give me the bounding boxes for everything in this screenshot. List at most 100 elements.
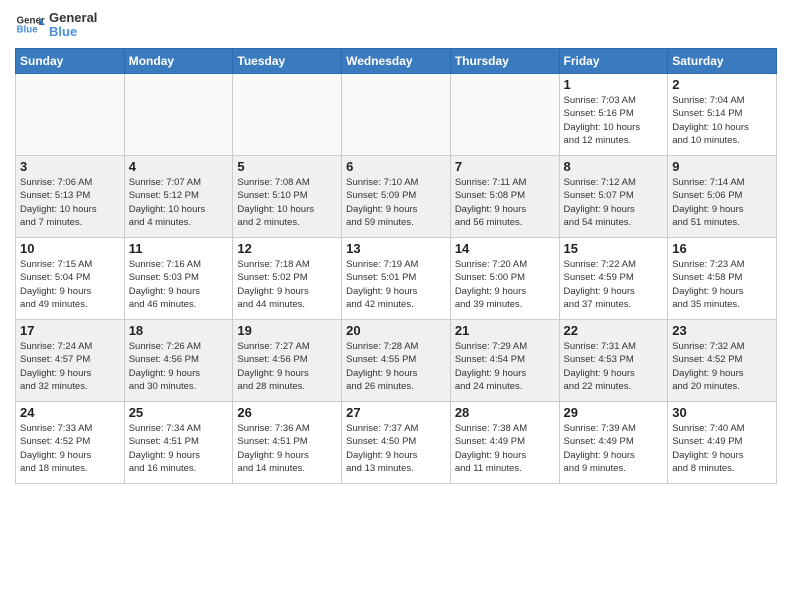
calendar-cell: 19 Sunrise: 7:27 AM Sunset: 4:56 PM Dayli…: [233, 320, 342, 402]
day-info: Sunrise: 7:15 AM Sunset: 5:04 PM Dayligh…: [20, 258, 120, 311]
day-info: Sunrise: 7:28 AM Sunset: 4:55 PM Dayligh…: [346, 340, 446, 393]
day-info: Sunrise: 7:24 AM Sunset: 4:57 PM Dayligh…: [20, 340, 120, 393]
day-number: 2: [672, 77, 772, 92]
calendar-cell: 23Sunrise: 7:32 AM Sunset: 4:52 PM Dayli…: [668, 320, 777, 402]
day-info: Sunrise: 7:11 AM Sunset: 5:08 PM Dayligh…: [455, 176, 555, 229]
day-info: Sunrise: 7:03 AM Sunset: 5:16 PM Dayligh…: [564, 94, 664, 147]
calendar-cell: 21Sunrise: 7:29 AM Sunset: 4:54 PM Dayli…: [450, 320, 559, 402]
day-info: Sunrise: 7:34 AM Sunset: 4:51 PM Dayligh…: [129, 422, 229, 475]
day-info: Sunrise: 7:22 AM Sunset: 4:59 PM Dayligh…: [564, 258, 664, 311]
day-number: 5: [237, 159, 337, 174]
day-info: Sunrise: 7:29 AM Sunset: 4:54 PM Dayligh…: [455, 340, 555, 393]
day-info: Sunrise: 7:04 AM Sunset: 5:14 PM Dayligh…: [672, 94, 772, 147]
day-info: Sunrise: 7:32 AM Sunset: 4:52 PM Dayligh…: [672, 340, 772, 393]
calendar-header: SundayMondayTuesdayWednesdayThursdayFrid…: [16, 49, 777, 74]
calendar-week-1: 1Sunrise: 7:03 AM Sunset: 5:16 PM Daylig…: [16, 74, 777, 156]
logo-icon: General Blue: [15, 10, 45, 40]
day-number: 26: [237, 405, 337, 420]
day-info: Sunrise: 7:23 AM Sunset: 4:58 PM Dayligh…: [672, 258, 772, 311]
day-info: Sunrise: 7:39 AM Sunset: 4:49 PM Dayligh…: [564, 422, 664, 475]
calendar-cell: 24Sunrise: 7:33 AM Sunset: 4:52 PM Dayli…: [16, 402, 125, 484]
day-info: Sunrise: 7:20 AM Sunset: 5:00 PM Dayligh…: [455, 258, 555, 311]
day-info: Sunrise: 7:08 AM Sunset: 5:10 PM Dayligh…: [237, 176, 337, 229]
calendar-week-2: 3Sunrise: 7:06 AM Sunset: 5:13 PM Daylig…: [16, 156, 777, 238]
calendar-cell: 28 Sunrise: 7:38 AM Sunset: 4:49 PM Dayli…: [450, 402, 559, 484]
day-info: Sunrise: 7:12 AM Sunset: 5:07 PM Dayligh…: [564, 176, 664, 229]
calendar-cell: 26 Sunrise: 7:36 AM Sunset: 4:51 PM Dayli…: [233, 402, 342, 484]
day-number: 20: [346, 323, 446, 338]
day-info: Sunrise: 7:19 AM Sunset: 5:01 PM Dayligh…: [346, 258, 446, 311]
day-info: Sunrise: 7:38 AM Sunset: 4:49 PM Dayligh…: [455, 422, 555, 475]
day-info: Sunrise: 7:40 AM Sunset: 4:49 PM Dayligh…: [672, 422, 772, 475]
calendar-cell: 7 Sunrise: 7:11 AM Sunset: 5:08 PM Daylig…: [450, 156, 559, 238]
calendar-cell: [450, 74, 559, 156]
weekday-header-thursday: Thursday: [450, 49, 559, 74]
day-number: 6: [346, 159, 446, 174]
day-info: Sunrise: 7:10 AM Sunset: 5:09 PM Dayligh…: [346, 176, 446, 229]
day-number: 11: [129, 241, 229, 256]
day-number: 10: [20, 241, 120, 256]
calendar-cell: 8 Sunrise: 7:12 AM Sunset: 5:07 PM Daylig…: [559, 156, 668, 238]
weekday-header-wednesday: Wednesday: [342, 49, 451, 74]
calendar-cell: [342, 74, 451, 156]
day-number: 18: [129, 323, 229, 338]
day-number: 30: [672, 405, 772, 420]
calendar-cell: 18 Sunrise: 7:26 AM Sunset: 4:56 PM Dayli…: [124, 320, 233, 402]
calendar-cell: 3Sunrise: 7:06 AM Sunset: 5:13 PM Daylig…: [16, 156, 125, 238]
calendar-cell: 16 Sunrise: 7:23 AM Sunset: 4:58 PM Dayli…: [668, 238, 777, 320]
weekday-header-saturday: Saturday: [668, 49, 777, 74]
day-info: Sunrise: 7:26 AM Sunset: 4:56 PM Dayligh…: [129, 340, 229, 393]
day-info: Sunrise: 7:33 AM Sunset: 4:52 PM Dayligh…: [20, 422, 120, 475]
weekday-header-monday: Monday: [124, 49, 233, 74]
calendar-cell: 17 Sunrise: 7:24 AM Sunset: 4:57 PM Dayli…: [16, 320, 125, 402]
day-number: 25: [129, 405, 229, 420]
day-number: 22: [564, 323, 664, 338]
day-number: 13: [346, 241, 446, 256]
day-number: 12: [237, 241, 337, 256]
calendar-cell: 9Sunrise: 7:14 AM Sunset: 5:06 PM Daylig…: [668, 156, 777, 238]
calendar-cell: 29 Sunrise: 7:39 AM Sunset: 4:49 PM Dayli…: [559, 402, 668, 484]
calendar-cell: 12Sunrise: 7:18 AM Sunset: 5:02 PM Dayli…: [233, 238, 342, 320]
day-number: 27: [346, 405, 446, 420]
calendar-week-4: 17 Sunrise: 7:24 AM Sunset: 4:57 PM Dayli…: [16, 320, 777, 402]
logo: General Blue General Blue: [15, 10, 97, 40]
svg-text:Blue: Blue: [17, 25, 39, 36]
day-number: 16: [672, 241, 772, 256]
calendar-cell: 4 Sunrise: 7:07 AM Sunset: 5:12 PM Daylig…: [124, 156, 233, 238]
day-number: 7: [455, 159, 555, 174]
day-number: 17: [20, 323, 120, 338]
header: General Blue General Blue: [15, 10, 777, 40]
logo-blue: Blue: [49, 25, 97, 39]
weekday-header-row: SundayMondayTuesdayWednesdayThursdayFrid…: [16, 49, 777, 74]
day-number: 19: [237, 323, 337, 338]
calendar-cell: 25 Sunrise: 7:34 AM Sunset: 4:51 PM Dayli…: [124, 402, 233, 484]
calendar-cell: 22 Sunrise: 7:31 AM Sunset: 4:53 PM Dayli…: [559, 320, 668, 402]
day-info: Sunrise: 7:27 AM Sunset: 4:56 PM Dayligh…: [237, 340, 337, 393]
weekday-header-friday: Friday: [559, 49, 668, 74]
day-info: Sunrise: 7:36 AM Sunset: 4:51 PM Dayligh…: [237, 422, 337, 475]
day-number: 8: [564, 159, 664, 174]
day-info: Sunrise: 7:37 AM Sunset: 4:50 PM Dayligh…: [346, 422, 446, 475]
calendar-body: 1Sunrise: 7:03 AM Sunset: 5:16 PM Daylig…: [16, 74, 777, 484]
day-number: 29: [564, 405, 664, 420]
day-info: Sunrise: 7:06 AM Sunset: 5:13 PM Dayligh…: [20, 176, 120, 229]
weekday-header-tuesday: Tuesday: [233, 49, 342, 74]
calendar-cell: 5 Sunrise: 7:08 AM Sunset: 5:10 PM Daylig…: [233, 156, 342, 238]
calendar-cell: 15 Sunrise: 7:22 AM Sunset: 4:59 PM Dayli…: [559, 238, 668, 320]
calendar-cell: [16, 74, 125, 156]
calendar-week-3: 10 Sunrise: 7:15 AM Sunset: 5:04 PM Dayli…: [16, 238, 777, 320]
page-container: General Blue General Blue SundayMondayTu…: [0, 0, 792, 489]
day-number: 4: [129, 159, 229, 174]
day-info: Sunrise: 7:07 AM Sunset: 5:12 PM Dayligh…: [129, 176, 229, 229]
calendar-cell: 6 Sunrise: 7:10 AM Sunset: 5:09 PM Daylig…: [342, 156, 451, 238]
day-info: Sunrise: 7:31 AM Sunset: 4:53 PM Dayligh…: [564, 340, 664, 393]
calendar-cell: 30 Sunrise: 7:40 AM Sunset: 4:49 PM Dayli…: [668, 402, 777, 484]
calendar-cell: 2 Sunrise: 7:04 AM Sunset: 5:14 PM Daylig…: [668, 74, 777, 156]
calendar-cell: 27 Sunrise: 7:37 AM Sunset: 4:50 PM Dayli…: [342, 402, 451, 484]
day-number: 15: [564, 241, 664, 256]
day-number: 28: [455, 405, 555, 420]
calendar: SundayMondayTuesdayWednesdayThursdayFrid…: [15, 48, 777, 484]
weekday-header-sunday: Sunday: [16, 49, 125, 74]
calendar-cell: 14Sunrise: 7:20 AM Sunset: 5:00 PM Dayli…: [450, 238, 559, 320]
calendar-cell: 1Sunrise: 7:03 AM Sunset: 5:16 PM Daylig…: [559, 74, 668, 156]
